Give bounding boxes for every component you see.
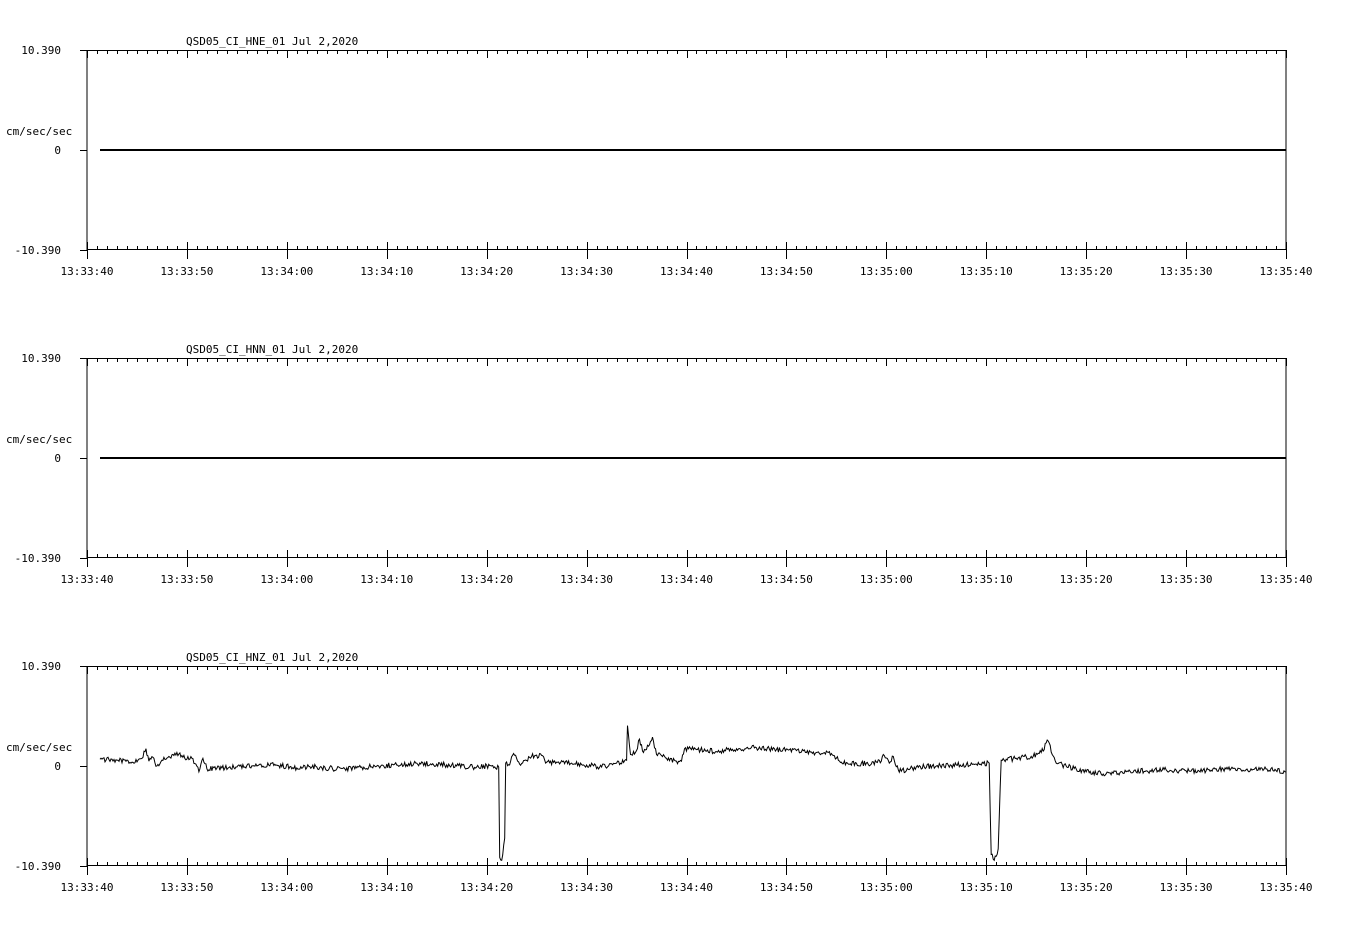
x-tick-label: 13:34:30 bbox=[560, 573, 613, 586]
x-tick-label: 13:33:40 bbox=[61, 265, 114, 278]
x-tick-label: 13:35:30 bbox=[1160, 573, 1213, 586]
x-tick-label: 13:34:30 bbox=[560, 265, 613, 278]
x-tick-label: 13:35:10 bbox=[960, 573, 1013, 586]
waveform-trace bbox=[99, 725, 1287, 862]
x-tick-label: 13:33:40 bbox=[61, 573, 114, 586]
x-tick-label: 13:35:00 bbox=[860, 573, 913, 586]
panel-title: QSD05_CI_HNE_01 Jul 2,2020 bbox=[186, 35, 358, 48]
x-tick-label: 13:35:20 bbox=[1060, 881, 1113, 894]
x-tick-label: 13:35:20 bbox=[1060, 573, 1113, 586]
y-tick-label: 10.390 bbox=[21, 352, 61, 365]
x-tick-label: 13:35:10 bbox=[960, 265, 1013, 278]
x-tick-label: 13:33:50 bbox=[160, 265, 213, 278]
x-tick-label: 13:35:40 bbox=[1260, 265, 1313, 278]
seismogram-svg: 10.390 0 -10.390 cm/sec/sec QSD05_CI_HNE_01 … bbox=[6, 35, 1312, 894]
panel-1: 10.390 0 -10.390 cm/sec/sec QSD05_CI_HNE_01 … bbox=[6, 35, 1312, 278]
y-axis-label: cm/sec/sec bbox=[6, 433, 72, 446]
y-tick-label: -10.390 bbox=[15, 552, 61, 565]
x-tick-label: 13:33:40 bbox=[61, 881, 114, 894]
y-tick-label: 10.390 bbox=[21, 660, 61, 673]
x-tick-label: 13:35:30 bbox=[1160, 881, 1213, 894]
x-tick-label: 13:34:20 bbox=[460, 573, 513, 586]
x-tick-label: 13:34:00 bbox=[260, 265, 313, 278]
seismogram-figure: 10.390 0 -10.390 cm/sec/sec QSD05_CI_HNE_01 … bbox=[0, 0, 1358, 924]
x-tick-label: 13:35:00 bbox=[860, 881, 913, 894]
x-tick-label: 13:35:20 bbox=[1060, 265, 1113, 278]
y-tick-label: 0 bbox=[54, 144, 61, 157]
x-tick-label: 13:34:50 bbox=[760, 265, 813, 278]
y-axis-label: cm/sec/sec bbox=[6, 125, 72, 138]
x-tick-label: 13:34:20 bbox=[460, 265, 513, 278]
x-tick-label: 13:34:50 bbox=[760, 573, 813, 586]
panel-2: 10.390 0 -10.390 cm/sec/sec QSD05_CI_HNN_01 … bbox=[6, 343, 1312, 586]
x-tick-label: 13:34:10 bbox=[360, 573, 413, 586]
x-tick-label: 13:34:00 bbox=[260, 881, 313, 894]
x-tick-label: 13:33:50 bbox=[160, 573, 213, 586]
x-tick-label: 13:35:10 bbox=[960, 881, 1013, 894]
x-tick-label: 13:34:40 bbox=[660, 881, 713, 894]
x-tick-label: 13:34:40 bbox=[660, 573, 713, 586]
y-tick-label: 10.390 bbox=[21, 44, 61, 57]
x-tick-label: 13:33:50 bbox=[160, 881, 213, 894]
x-tick-label: 13:34:20 bbox=[460, 881, 513, 894]
x-tick-label: 13:35:40 bbox=[1260, 881, 1313, 894]
x-tick-label: 13:35:00 bbox=[860, 265, 913, 278]
x-tick-label: 13:34:10 bbox=[360, 881, 413, 894]
x-tick-label: 13:35:40 bbox=[1260, 573, 1313, 586]
panel-title: QSD05_CI_HNN_01 Jul 2,2020 bbox=[186, 343, 358, 356]
y-tick-label: -10.390 bbox=[15, 244, 61, 257]
x-tick-label: 13:34:40 bbox=[660, 265, 713, 278]
y-tick-label: 0 bbox=[54, 452, 61, 465]
x-tick-label: 13:34:30 bbox=[560, 881, 613, 894]
x-tick-label: 13:35:30 bbox=[1160, 265, 1213, 278]
x-tick-label: 13:34:50 bbox=[760, 881, 813, 894]
y-tick-label: 0 bbox=[54, 760, 61, 773]
y-tick-label: -10.390 bbox=[15, 860, 61, 873]
panel-3: 10.390 0 -10.390 cm/sec/sec QSD05_CI_HNZ_01 … bbox=[6, 651, 1312, 894]
x-tick-label: 13:34:10 bbox=[360, 265, 413, 278]
y-axis-label: cm/sec/sec bbox=[6, 741, 72, 754]
panel-title: QSD05_CI_HNZ_01 Jul 2,2020 bbox=[186, 651, 358, 664]
x-tick-label: 13:34:00 bbox=[260, 573, 313, 586]
